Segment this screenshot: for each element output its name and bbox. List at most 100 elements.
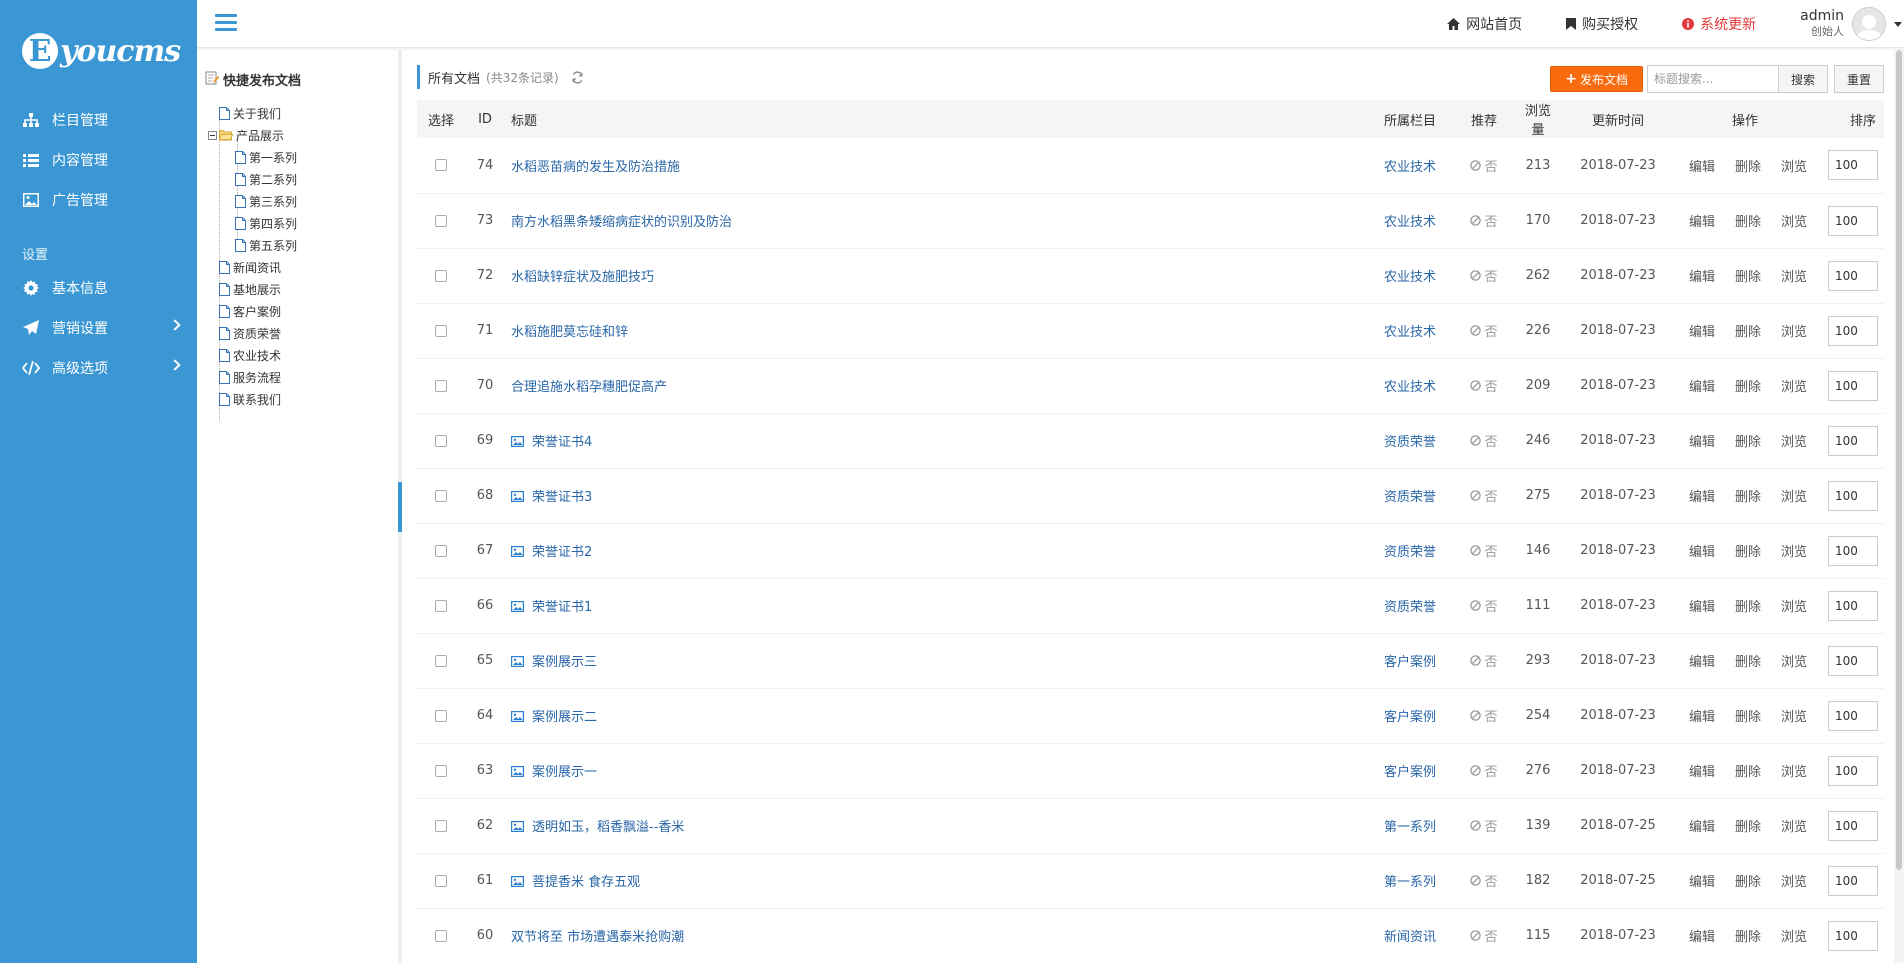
view-button[interactable]: 浏览	[1781, 655, 1807, 670]
tree-node-series-3[interactable]: 第三系列	[205, 190, 395, 212]
row-checkbox[interactable]	[435, 654, 447, 667]
edit-button[interactable]: 编辑	[1689, 765, 1715, 780]
view-button[interactable]: 浏览	[1781, 820, 1807, 835]
row-category-link[interactable]: 农业技术	[1384, 160, 1436, 175]
page-scrollbar[interactable]	[1894, 48, 1904, 963]
collapse-toggle-icon[interactable]	[205, 128, 219, 142]
sidebar-item-basic-info[interactable]: 基本信息	[0, 268, 197, 308]
edit-button[interactable]: 编辑	[1689, 435, 1715, 450]
row-title-link[interactable]: 合理追施水稻孕穗肥促高产	[511, 380, 667, 395]
view-button[interactable]: 浏览	[1781, 160, 1807, 175]
row-checkbox[interactable]	[435, 929, 447, 942]
delete-button[interactable]: 删除	[1735, 435, 1761, 450]
view-button[interactable]: 浏览	[1781, 435, 1807, 450]
row-checkbox[interactable]	[435, 269, 447, 282]
row-category-link[interactable]: 第一系列	[1384, 875, 1436, 890]
sort-order-input[interactable]	[1828, 700, 1878, 731]
edit-button[interactable]: 编辑	[1689, 490, 1715, 505]
sort-order-input[interactable]	[1828, 260, 1878, 291]
buy-license-link[interactable]: 购买授权	[1566, 14, 1638, 34]
row-title-link[interactable]: 双节将至 市场遭遇泰米抢购潮	[511, 930, 684, 945]
row-category-link[interactable]: 农业技术	[1384, 270, 1436, 285]
delete-button[interactable]: 删除	[1735, 710, 1761, 725]
tree-node-products[interactable]: 产品展示	[205, 124, 395, 146]
edit-button[interactable]: 编辑	[1689, 545, 1715, 560]
row-recommend-toggle[interactable]: 否	[1470, 431, 1498, 450]
logo[interactable]: E youcms	[22, 28, 181, 74]
row-category-link[interactable]: 资质荣誉	[1384, 600, 1436, 615]
edit-button[interactable]: 编辑	[1689, 270, 1715, 285]
menu-toggle-icon[interactable]	[215, 14, 237, 32]
delete-button[interactable]: 删除	[1735, 820, 1761, 835]
edit-button[interactable]: 编辑	[1689, 380, 1715, 395]
delete-button[interactable]: 删除	[1735, 545, 1761, 560]
sidebar-item-columns[interactable]: 栏目管理	[0, 100, 197, 140]
system-update-link[interactable]: 系统更新	[1682, 14, 1756, 34]
delete-button[interactable]: 删除	[1735, 600, 1761, 615]
sort-order-input[interactable]	[1828, 370, 1878, 401]
reset-button[interactable]: 重置	[1833, 65, 1884, 93]
delete-button[interactable]: 删除	[1735, 215, 1761, 230]
row-title-link[interactable]: 水稻施肥莫忘硅和锌	[511, 325, 628, 340]
edit-button[interactable]: 编辑	[1689, 875, 1715, 890]
row-title-link[interactable]: 菩提香米 食存五观	[532, 875, 640, 890]
tree-node-series-2[interactable]: 第二系列	[205, 168, 395, 190]
sort-order-input[interactable]	[1828, 920, 1878, 951]
view-button[interactable]: 浏览	[1781, 600, 1807, 615]
tree-node-cases[interactable]: 客户案例	[205, 300, 395, 322]
sort-order-input[interactable]	[1828, 480, 1878, 511]
row-recommend-toggle[interactable]: 否	[1470, 266, 1498, 285]
row-checkbox[interactable]	[435, 324, 447, 337]
row-category-link[interactable]: 农业技术	[1384, 215, 1436, 230]
row-title-link[interactable]: 荣誉证书4	[532, 435, 592, 450]
row-recommend-toggle[interactable]: 否	[1470, 321, 1498, 340]
delete-button[interactable]: 删除	[1735, 490, 1761, 505]
row-title-link[interactable]: 案例展示一	[532, 765, 597, 780]
publish-document-button[interactable]: + 发布文档	[1550, 66, 1643, 92]
edit-button[interactable]: 编辑	[1689, 600, 1715, 615]
row-recommend-toggle[interactable]: 否	[1470, 486, 1498, 505]
view-button[interactable]: 浏览	[1781, 545, 1807, 560]
row-recommend-toggle[interactable]: 否	[1470, 816, 1498, 835]
row-checkbox[interactable]	[435, 489, 447, 502]
row-recommend-toggle[interactable]: 否	[1470, 651, 1498, 670]
delete-button[interactable]: 删除	[1735, 325, 1761, 340]
view-button[interactable]: 浏览	[1781, 710, 1807, 725]
view-button[interactable]: 浏览	[1781, 930, 1807, 945]
row-recommend-toggle[interactable]: 否	[1470, 761, 1498, 780]
row-recommend-toggle[interactable]: 否	[1470, 211, 1498, 230]
view-button[interactable]: 浏览	[1781, 380, 1807, 395]
row-recommend-toggle[interactable]: 否	[1470, 541, 1498, 560]
view-button[interactable]: 浏览	[1781, 270, 1807, 285]
row-checkbox[interactable]	[435, 874, 447, 887]
view-button[interactable]: 浏览	[1781, 325, 1807, 340]
sort-order-input[interactable]	[1828, 755, 1878, 786]
row-title-link[interactable]: 案例展示三	[532, 655, 597, 670]
sidebar-item-content[interactable]: 内容管理	[0, 140, 197, 180]
tree-node-service[interactable]: 服务流程	[205, 366, 395, 388]
sort-order-input[interactable]	[1828, 315, 1878, 346]
sort-order-input[interactable]	[1828, 205, 1878, 236]
view-button[interactable]: 浏览	[1781, 215, 1807, 230]
row-recommend-toggle[interactable]: 否	[1470, 376, 1498, 395]
row-checkbox[interactable]	[435, 544, 447, 557]
row-checkbox[interactable]	[435, 379, 447, 392]
edit-button[interactable]: 编辑	[1689, 160, 1715, 175]
tree-node-news[interactable]: 新闻资讯	[205, 256, 395, 278]
delete-button[interactable]: 删除	[1735, 160, 1761, 175]
edit-button[interactable]: 编辑	[1689, 325, 1715, 340]
row-title-link[interactable]: 案例展示二	[532, 710, 597, 725]
sidebar-item-advanced[interactable]: 高级选项	[0, 348, 197, 388]
delete-button[interactable]: 删除	[1735, 765, 1761, 780]
row-checkbox[interactable]	[435, 159, 447, 172]
row-category-link[interactable]: 资质荣誉	[1384, 435, 1436, 450]
tree-node-series-1[interactable]: 第一系列	[205, 146, 395, 168]
row-category-link[interactable]: 客户案例	[1384, 655, 1436, 670]
row-recommend-toggle[interactable]: 否	[1470, 596, 1498, 615]
refresh-icon[interactable]	[571, 70, 584, 84]
edit-button[interactable]: 编辑	[1689, 710, 1715, 725]
sort-order-input[interactable]	[1828, 645, 1878, 676]
row-checkbox[interactable]	[435, 214, 447, 227]
scrollbar-thumb[interactable]	[1896, 50, 1902, 870]
sort-order-input[interactable]	[1828, 865, 1878, 896]
